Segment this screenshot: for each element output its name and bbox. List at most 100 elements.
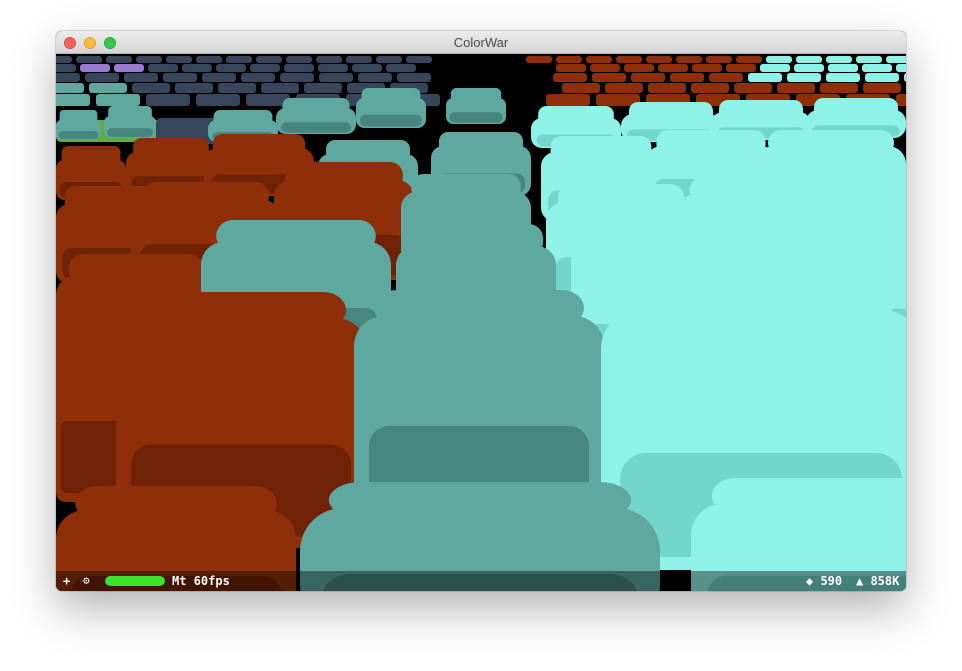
distant-cube	[358, 73, 392, 82]
distant-cube	[376, 56, 402, 63]
distant-cube	[826, 73, 860, 82]
distant-cube	[904, 73, 906, 82]
distant-cube	[777, 83, 815, 93]
app-window: ColorWar + ⚙ Mt 60fps ◆ 590 ▲ 858K	[56, 31, 906, 591]
teal-cube-shade	[449, 112, 503, 123]
distant-cube	[736, 56, 762, 63]
distant-cube	[56, 56, 72, 63]
distant-cube	[256, 56, 282, 63]
teal-cube-shade	[360, 114, 422, 127]
distant-cube	[734, 83, 772, 93]
add-icon[interactable]: +	[63, 574, 70, 588]
distant-cube	[766, 56, 792, 63]
distant-cube	[163, 73, 197, 82]
distant-cube	[646, 56, 672, 63]
window-title: ColorWar	[453, 35, 509, 50]
distant-cube	[80, 64, 110, 72]
distant-cube	[658, 64, 688, 72]
distant-cube	[526, 56, 552, 63]
distant-cube	[226, 56, 252, 63]
distant-cube	[124, 73, 158, 82]
distant-cube	[89, 83, 127, 93]
distant-cube	[76, 56, 102, 63]
distant-cube	[748, 73, 782, 82]
distant-cube	[96, 94, 140, 106]
distant-cube	[787, 73, 821, 82]
distant-cube	[250, 64, 280, 72]
distant-cube	[886, 56, 906, 63]
teal-cube	[356, 88, 426, 128]
distant-cube	[624, 64, 654, 72]
distant-cube	[316, 56, 342, 63]
distant-cube	[692, 64, 722, 72]
distant-cube	[794, 64, 824, 72]
distant-cube	[863, 83, 901, 93]
distant-cube	[616, 56, 642, 63]
distant-cube	[196, 56, 222, 63]
distant-cube	[648, 83, 686, 93]
status-hud: + ⚙ Mt 60fps ◆ 590 ▲ 858K	[56, 571, 906, 591]
teal-cube-shade	[58, 131, 99, 139]
distant-cube	[175, 83, 213, 93]
distant-cube	[760, 64, 790, 72]
distant-cube	[856, 56, 882, 63]
distant-cube	[166, 56, 192, 63]
distant-cube	[586, 56, 612, 63]
distant-cube	[284, 64, 314, 72]
distant-cube	[196, 94, 240, 106]
distant-cube	[546, 94, 590, 106]
teal-cube	[276, 98, 356, 134]
distant-cube	[590, 64, 620, 72]
distant-cube	[553, 73, 587, 82]
distant-cube	[562, 83, 600, 93]
title-bar[interactable]: ColorWar	[56, 31, 906, 54]
distant-cube	[319, 73, 353, 82]
distant-cube	[820, 83, 858, 93]
fps-readout: Mt 60fps	[172, 574, 230, 588]
distant-cube	[346, 56, 372, 63]
distant-cube	[182, 64, 212, 72]
distant-cube	[706, 56, 732, 63]
teal-cube-shade	[280, 122, 352, 133]
fps-meter	[105, 576, 165, 586]
distant-cube	[406, 56, 432, 63]
distant-cube	[352, 64, 382, 72]
distant-cube	[386, 64, 416, 72]
distant-cube	[280, 73, 314, 82]
distant-cube	[85, 73, 119, 82]
distant-cube	[56, 83, 84, 93]
triangle-count: ▲ 858K	[856, 574, 900, 588]
teal-cube	[56, 110, 101, 140]
teal-cube	[446, 88, 506, 124]
teal-cube	[104, 106, 156, 138]
distant-cube	[670, 73, 704, 82]
teal-cube-shade	[107, 128, 153, 137]
distant-cube	[865, 73, 899, 82]
game-scene	[56, 56, 906, 591]
distant-cube	[709, 73, 743, 82]
distant-cube	[726, 64, 756, 72]
distant-cube	[132, 83, 170, 93]
distant-cube	[826, 56, 852, 63]
distant-cube	[216, 64, 246, 72]
distant-cube	[796, 56, 822, 63]
distant-cube	[56, 64, 76, 72]
gear-icon[interactable]: ⚙	[83, 574, 90, 588]
cube-field	[56, 88, 906, 591]
distant-cube	[218, 83, 256, 93]
distant-cube	[114, 64, 144, 72]
distant-cube	[631, 73, 665, 82]
fps-meter-fill	[105, 576, 165, 586]
distant-cube	[202, 73, 236, 82]
distant-cube	[556, 64, 586, 72]
distant-cube	[828, 64, 858, 72]
distant-cube	[556, 56, 582, 63]
distant-cube	[241, 73, 275, 82]
distant-cube	[691, 83, 729, 93]
distant-cube	[106, 56, 132, 63]
distant-cube	[56, 73, 80, 82]
distant-cube	[592, 73, 626, 82]
distant-cube	[605, 83, 643, 93]
distant-cube	[136, 56, 162, 63]
game-viewport[interactable]	[56, 54, 906, 591]
